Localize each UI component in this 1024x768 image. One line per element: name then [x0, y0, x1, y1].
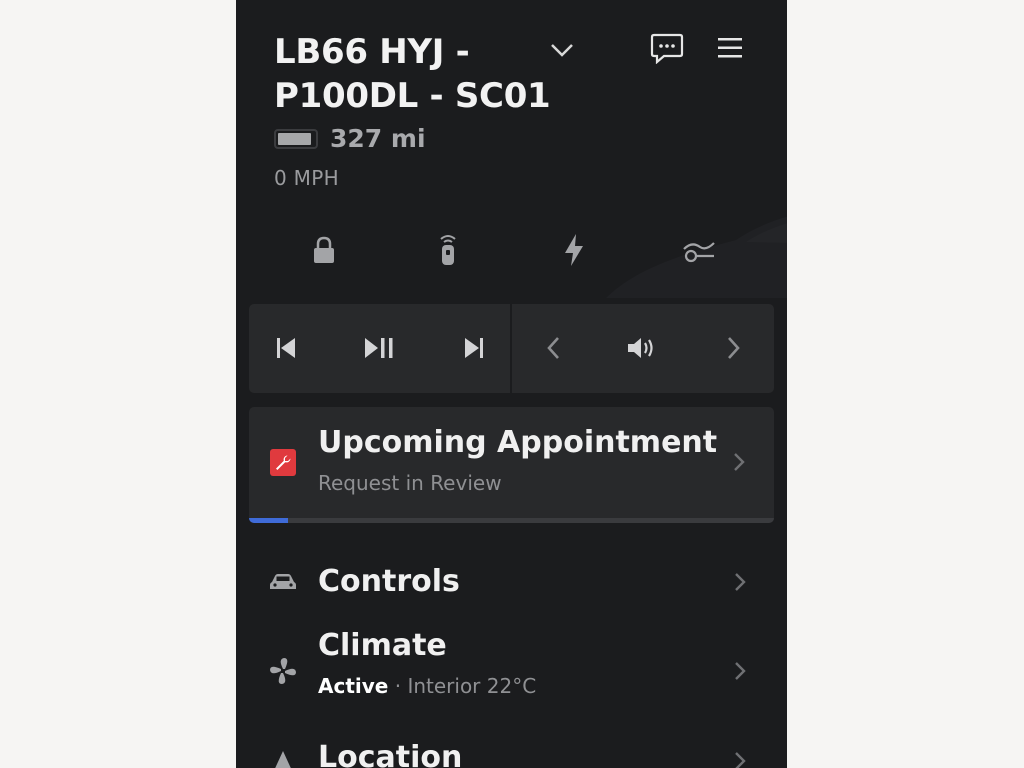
climate-separator: · — [388, 674, 408, 698]
menu-item-label: Controls — [318, 564, 460, 599]
service-badge — [270, 449, 296, 476]
menu-item-label: Location — [318, 740, 463, 768]
wrench-icon — [276, 455, 291, 470]
volume-down-button[interactable] — [534, 328, 574, 368]
fan-icon-wrap — [268, 656, 298, 686]
menu-item-climate[interactable]: Climate Active · Interior 22°C — [236, 626, 787, 712]
vehicle-speed: 0 MPH — [274, 166, 339, 190]
battery-icon — [274, 128, 318, 149]
play-pause-button[interactable] — [360, 328, 400, 368]
fan-button[interactable] — [677, 228, 721, 272]
previous-track-button[interactable] — [266, 328, 306, 368]
climate-detail: Interior 22°C — [407, 674, 537, 698]
volume-button[interactable] — [621, 328, 661, 368]
location-arrow-icon — [275, 751, 291, 768]
volume-up-button[interactable] — [713, 328, 753, 368]
car-icon-wrap — [268, 567, 298, 597]
chevron-right-icon — [735, 662, 746, 680]
upcoming-appointment-card[interactable]: Upcoming Appointment Request in Review — [249, 407, 774, 523]
lock-icon — [314, 236, 334, 263]
car-icon — [270, 574, 296, 589]
appointment-progress-track — [249, 518, 774, 523]
media-controls — [249, 304, 774, 393]
charge-button[interactable] — [552, 228, 596, 272]
bolt-icon — [565, 234, 583, 266]
battery-level — [278, 132, 312, 145]
app-screen: LB66 HYJ - P100DL - SC01 327 mi 0 MPH Up… — [236, 0, 787, 768]
next-track-button[interactable] — [454, 328, 494, 368]
climate-status: Active · Interior 22°C — [318, 674, 536, 698]
appointment-title: Upcoming Appointment — [318, 425, 718, 460]
play-pause-icon — [365, 338, 393, 358]
menu-icon[interactable] — [716, 34, 744, 62]
lock-button[interactable] — [302, 228, 346, 272]
vehicle-name: LB66 HYJ - P100DL - SC01 — [274, 32, 551, 116]
appointment-progress-bar — [249, 518, 289, 523]
fan-icon — [683, 242, 715, 263]
media-divider — [510, 304, 512, 393]
battery-range: 327 mi — [330, 124, 426, 153]
location-icon-wrap — [268, 748, 298, 768]
chevron-down-icon[interactable] — [548, 36, 576, 64]
volume-icon — [628, 338, 653, 358]
volume-down-icon — [547, 337, 559, 359]
menu-item-location[interactable]: Location — [236, 738, 787, 768]
chevron-right-icon — [734, 453, 745, 471]
key-fob-icon — [440, 235, 456, 265]
quick-actions — [236, 222, 787, 278]
appointment-status: Request in Review — [318, 471, 502, 495]
chevron-right-icon — [735, 752, 746, 768]
menu-item-label: Climate — [318, 628, 447, 663]
climate-state: Active — [318, 674, 389, 698]
chevron-right-icon — [735, 573, 746, 591]
volume-up-icon — [728, 337, 740, 359]
next-track-icon — [465, 338, 483, 358]
chat-icon[interactable] — [650, 32, 684, 64]
menu-item-controls[interactable]: Controls — [236, 556, 787, 608]
previous-track-icon — [277, 338, 295, 358]
remote-button[interactable] — [426, 228, 470, 272]
battery-status: 327 mi — [274, 124, 426, 153]
fan-icon — [270, 658, 296, 684]
